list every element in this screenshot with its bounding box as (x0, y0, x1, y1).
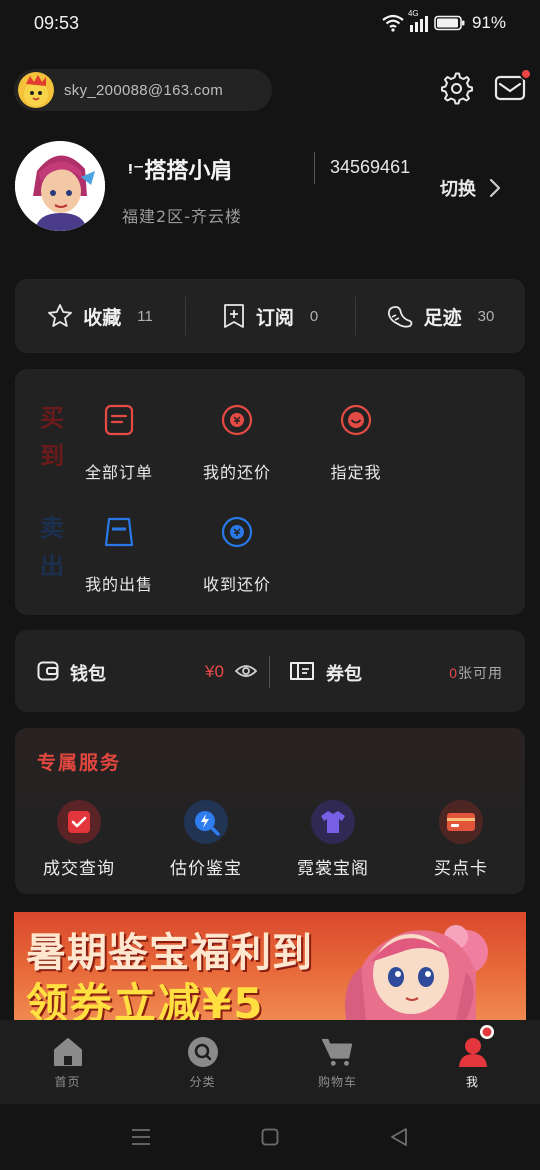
footprint-icon (387, 306, 413, 328)
status-time: 09:53 (34, 13, 80, 33)
wifi-icon (382, 14, 404, 32)
order-label: 指定我 (330, 463, 382, 482)
service-label: 成交查询 (43, 859, 115, 879)
system-navigation-bar (0, 1104, 540, 1170)
order-label: 收到还价 (202, 575, 271, 594)
coupon-number: 0 (449, 665, 458, 681)
my-counteroffer-icon (221, 404, 253, 436)
wallet-amount: ¥0 (205, 662, 224, 681)
status-indicators: 4G 91% (382, 9, 506, 33)
stat-count: 30 (477, 307, 495, 325)
appraisal-icon (184, 800, 228, 844)
received-counteroffer-icon (221, 516, 253, 548)
profile-icon (458, 1038, 487, 1067)
message-button[interactable] (494, 68, 532, 106)
cart-icon (321, 1038, 352, 1066)
profile-server: 福建2区-齐云楼 (122, 207, 242, 226)
my-sales-icon (104, 517, 134, 547)
profile-nickname: ᵎ⁻搭搭小肩 (128, 159, 233, 184)
battery-icon (434, 15, 465, 31)
stat-label: 订阅 (255, 306, 294, 329)
cellular-signal-icon: 4G (408, 9, 428, 32)
service-label: 估价鉴宝 (170, 859, 242, 879)
wallet-divider (269, 656, 270, 688)
point-card-icon (439, 800, 483, 844)
chevron-right-icon (489, 178, 501, 198)
tab-category[interactable]: 分类 (135, 1020, 270, 1104)
stat-label: 收藏 (83, 306, 122, 329)
category-search-icon (187, 1037, 218, 1067)
profile-id: 34569461 (330, 157, 411, 177)
profile-divider (314, 152, 315, 184)
back-icon[interactable] (389, 1127, 409, 1147)
designated-icon (340, 404, 372, 436)
my-sales-button[interactable]: 我的出售 (64, 515, 174, 595)
banner-character-image (345, 925, 488, 1020)
tab-label: 分类 (189, 1075, 216, 1089)
coupon-icon (290, 662, 314, 680)
wallet-card: 钱包 ¥0 券包 0张可用 (15, 630, 525, 712)
order-label: 我的还价 (202, 463, 271, 482)
status-bar: 09:53 4G 91% (0, 0, 540, 48)
received-counteroffer-button[interactable]: 收到还价 (182, 515, 292, 595)
orders-card: 买到 卖出 全部订单 我的还价 指定我 我的出售 收到还价 (15, 369, 525, 615)
tab-me[interactable]: 我 (405, 1020, 540, 1104)
tab-cart[interactable]: 购物车 (270, 1020, 405, 1104)
stats-card: 收藏 11 订阅 0 足迹 30 (15, 279, 525, 353)
switch-label: 切换 (440, 179, 476, 200)
switch-role-button[interactable]: 切换 (440, 175, 506, 201)
designated-me-button[interactable]: 指定我 (301, 403, 411, 483)
service-label: 霓裳宝阁 (297, 859, 369, 879)
promo-banner[interactable]: 暑期鉴宝福利到 领券立减¥5 (14, 912, 526, 1020)
stat-footprints[interactable]: 足迹 30 (355, 279, 525, 353)
stat-label: 足迹 (423, 306, 462, 329)
stat-subscriptions[interactable]: 订阅 0 (185, 279, 355, 353)
eye-icon[interactable] (235, 663, 257, 679)
battery-percent: 91% (471, 13, 506, 32)
coupon-count: 0张可用 (449, 663, 503, 683)
coupon-label[interactable]: 券包 (326, 660, 362, 686)
services-title: 专属服务 (37, 752, 122, 774)
home-square-icon[interactable] (261, 1128, 279, 1146)
wardrobe-button[interactable]: 霓裳宝阁 (273, 800, 393, 879)
order-label: 全部订单 (84, 463, 153, 482)
wardrobe-icon (311, 800, 355, 844)
account-email: sky_200088@163.com (64, 81, 224, 99)
deal-query-icon (57, 800, 101, 844)
gear-icon[interactable] (440, 72, 474, 106)
home-icon (53, 1038, 82, 1066)
wallet-icon (37, 661, 59, 681)
network-type-label: 4G (407, 9, 419, 18)
stat-count: 11 (137, 307, 153, 325)
stat-favorites[interactable]: 收藏 11 (15, 279, 185, 353)
tab-home[interactable]: 首页 (0, 1020, 135, 1104)
profile-avatar[interactable] (15, 141, 105, 231)
account-switcher[interactable]: sky_200088@163.com (14, 69, 272, 111)
notification-dot (520, 68, 532, 80)
service-label: 买点卡 (434, 859, 488, 879)
menu-icon[interactable] (131, 1128, 151, 1146)
tab-notification-dot (480, 1025, 494, 1039)
services-card: 专属服务 成交查询 估价鉴宝 霓裳宝阁 买点卡 (15, 728, 525, 894)
wallet-label[interactable]: 钱包 (70, 660, 106, 686)
tab-label: 我 (465, 1075, 479, 1089)
star-icon (48, 304, 73, 327)
bottom-tab-bar: 首页 分类 购物车 我 (0, 1020, 540, 1104)
all-orders-button[interactable]: 全部订单 (64, 403, 174, 483)
deal-query-button[interactable]: 成交查询 (19, 800, 139, 879)
appraisal-button[interactable]: 估价鉴宝 (146, 800, 266, 879)
sell-section-tag: 卖出 (40, 514, 64, 581)
subscribe-icon (223, 304, 244, 328)
my-counteroffer-button[interactable]: 我的还价 (182, 403, 292, 483)
buy-section-tag: 买到 (40, 404, 64, 471)
stat-count: 0 (309, 307, 319, 325)
tab-label: 首页 (54, 1075, 81, 1089)
orders-icon (104, 404, 134, 436)
coupon-suffix: 张可用 (458, 666, 503, 682)
account-avatar (18, 72, 54, 108)
order-label: 我的出售 (84, 575, 153, 594)
point-card-button[interactable]: 买点卡 (401, 800, 521, 879)
tab-label: 购物车 (317, 1075, 357, 1089)
banner-offer: 领券立减¥5 (26, 979, 265, 1020)
